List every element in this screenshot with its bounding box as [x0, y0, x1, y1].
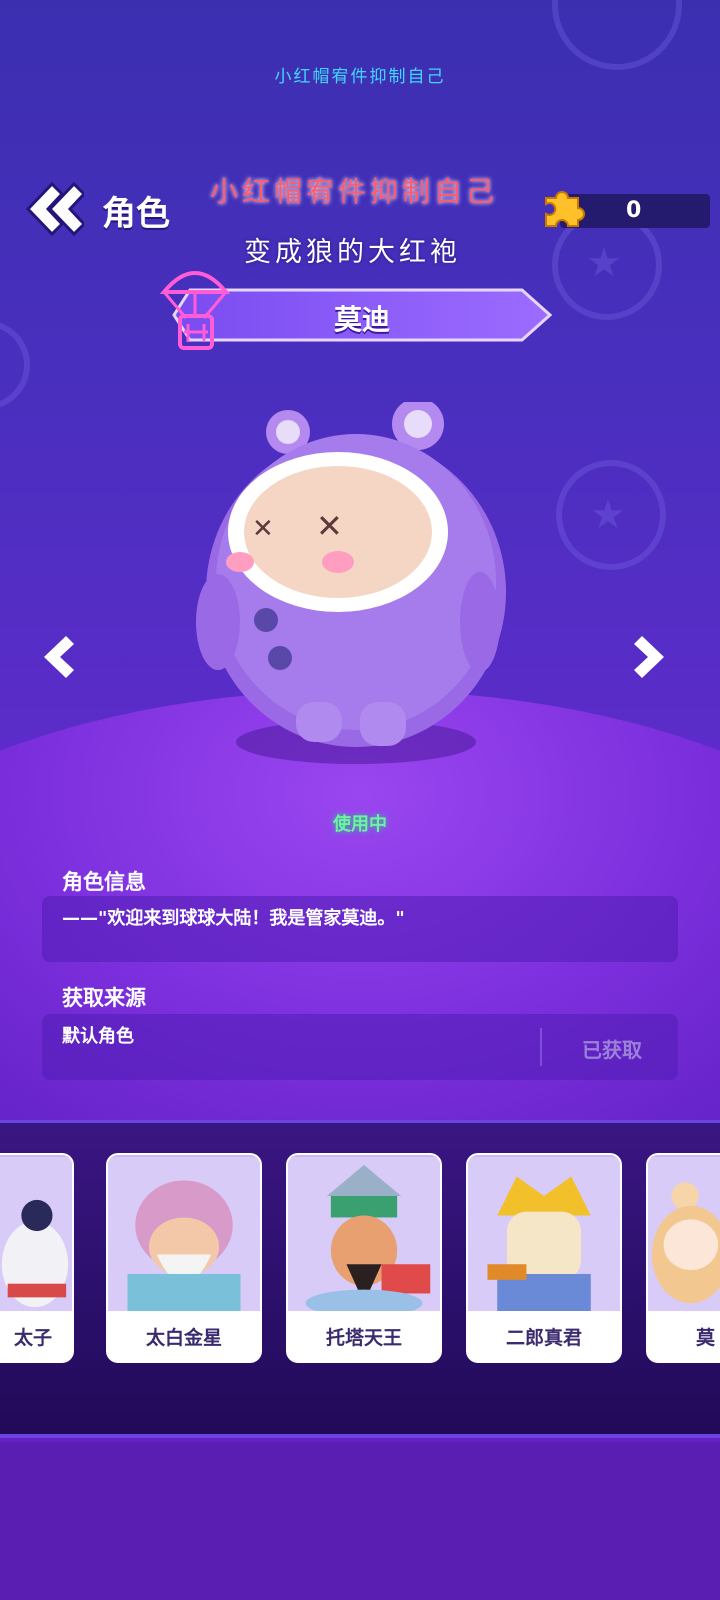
source-panel: 默认角色 已获取 [42, 1014, 678, 1080]
svg-text:✕: ✕ [316, 507, 343, 545]
decor-star-icon: ★ [590, 492, 626, 538]
overlay-text-line1: 小红帽宥件抑制自己 [210, 175, 499, 208]
parachute-crate-icon[interactable] [160, 262, 230, 354]
next-character-button[interactable] [628, 632, 672, 682]
prev-character-button[interactable] [36, 632, 80, 682]
game-stage: ★ ★ 小红帽宥件抑制自己 角色 小红帽宥件抑制自己 变成狼的大红袍 0 莫迪 [0, 0, 720, 1600]
character-card-label: 莫 [648, 1311, 720, 1361]
info-panel: ——"欢迎来到球球大陆！我是管家莫迪。" [42, 896, 678, 962]
source-value: 默认角色 [62, 1026, 134, 1047]
page-title: 角色 [102, 194, 170, 234]
source-status: 已获取 [582, 1038, 642, 1062]
info-section-title: 角色信息 [62, 870, 146, 894]
decor-circle [552, 0, 682, 70]
puzzle-count: 0 [626, 198, 642, 223]
divider [540, 1028, 542, 1066]
character-card-label: 太子 [0, 1311, 72, 1361]
chevron-right-icon [634, 636, 664, 678]
decor-star-icon: ★ [586, 240, 622, 286]
character-card-label: 托塔天王 [288, 1311, 440, 1361]
source-section-title: 获取来源 [62, 986, 146, 1010]
character-card-art [648, 1157, 720, 1313]
character-card-label: 二郎真君 [468, 1311, 620, 1361]
decor-circle [0, 320, 30, 410]
puzzle-piece-icon [545, 191, 585, 227]
character-model-mody: ✕ ✕ [196, 402, 506, 764]
character-card-art [108, 1157, 260, 1313]
character-card[interactable]: 二郎真君 [466, 1153, 622, 1363]
character-quote: ——"欢迎来到球球大陆！我是管家莫迪。" [62, 908, 405, 929]
chevron-left-icon [44, 636, 74, 678]
character-card[interactable]: 托塔天王 [286, 1153, 442, 1363]
character-card-label: 太白金星 [108, 1311, 260, 1361]
character-card-art [0, 1157, 72, 1313]
character-card-art [288, 1157, 440, 1315]
overlay-text-line2: 变成狼的大红袍 [244, 237, 461, 268]
character-card-art [468, 1157, 620, 1313]
top-caption: 小红帽宥件抑制自己 [274, 67, 446, 87]
character-card[interactable]: 太子 [0, 1153, 74, 1363]
svg-text:✕: ✕ [252, 514, 274, 544]
character-card[interactable]: 太白金星 [106, 1153, 262, 1363]
character-card[interactable]: 莫 [646, 1153, 720, 1363]
bottom-background [0, 1442, 720, 1600]
status-in-use: 使用中 [333, 814, 387, 835]
back-button[interactable] [22, 180, 84, 238]
